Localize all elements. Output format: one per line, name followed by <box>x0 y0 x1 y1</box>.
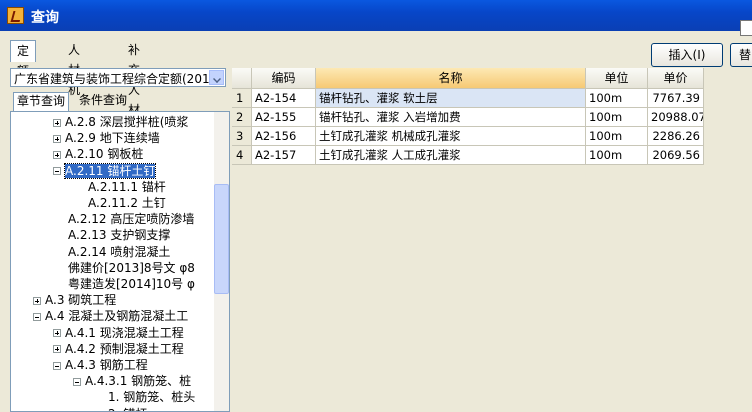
tree-node-label: A.2.11 锚杆土钉 <box>63 162 157 179</box>
expand-icon[interactable] <box>53 150 61 159</box>
collapse-icon[interactable] <box>73 377 81 386</box>
tab-condition-query[interactable]: 条件查询 <box>76 92 130 110</box>
tree-node[interactable]: A.4.3 钢筋工程 <box>53 357 148 373</box>
quota-table: 编码 名称 单位 单价 1 A2-154 锚杆钻孔、灌浆 软土层 100m 7767.39 2 A2… <box>232 68 704 165</box>
chapter-tree[interactable]: A.2.8 深层搅拌桩(喷浆 A.2.9 地下连续墙 A.2.10 钢板桩 A.2.1… <box>10 111 230 412</box>
window-control-button[interactable] <box>740 20 752 36</box>
expand-icon[interactable] <box>53 329 61 338</box>
column-header[interactable]: 编码 <box>252 68 316 89</box>
collapse-icon[interactable] <box>53 361 61 370</box>
tree-node-label: 佛建价[2013]8号文 φ8 <box>68 260 195 275</box>
tab-chapter-query[interactable]: 章节查询 <box>13 92 70 112</box>
quota-library-value: 广东省建筑与装饰工程综合定额(201 <box>14 72 210 86</box>
tree-node[interactable]: 2. 锚杆 <box>108 406 147 411</box>
tree-node[interactable]: A.4 混凝土及钢筋混凝土工 <box>33 308 188 324</box>
table-cell[interactable]: 锚杆钻孔、灌浆 软土层 <box>316 89 586 108</box>
collapse-icon[interactable] <box>53 167 61 176</box>
tree-node[interactable]: 佛建价[2013]8号文 φ8 <box>68 260 195 276</box>
row-number[interactable]: 2 <box>232 108 252 127</box>
tree-scrollbar[interactable] <box>214 112 229 411</box>
expand-icon[interactable] <box>53 345 61 354</box>
tree-node-label: A.2.9 地下连续墙 <box>65 131 160 146</box>
table-cell[interactable]: 土钉成孔灌浆 机械成孔灌浆 <box>316 127 586 146</box>
tree-node-label: A.4.1 现浇混凝土工程 <box>65 325 184 340</box>
tab-quota[interactable]: 定额 <box>10 40 37 78</box>
tree-node-label: A.2.11.1 锚杆 <box>88 179 166 194</box>
table-cell[interactable]: 20988.07 <box>648 108 704 127</box>
table-cell[interactable]: 2069.56 <box>648 146 704 165</box>
window-title: 查询 <box>31 10 59 26</box>
row-number[interactable]: 3 <box>232 127 252 146</box>
tree-node[interactable]: A.2.10 钢板桩 <box>53 146 143 162</box>
table-cell[interactable]: A2-157 <box>252 146 316 165</box>
tree-node[interactable]: A.3 砌筑工程 <box>33 292 116 308</box>
column-header[interactable]: 单位 <box>586 68 648 89</box>
table-cell[interactable]: A2-156 <box>252 127 316 146</box>
expand-icon[interactable] <box>53 134 61 143</box>
table-cell[interactable]: A2-155 <box>252 108 316 127</box>
tree-node[interactable]: A.2.11 锚杆土钉 <box>53 162 157 179</box>
tree-node-label: A.2.8 深层搅拌桩(喷浆 <box>65 115 189 129</box>
insert-button[interactable]: 插入(I) <box>651 43 723 67</box>
quota-library-select[interactable]: 广东省建筑与装饰工程综合定额(201 <box>10 68 226 87</box>
table-cell[interactable]: 土钉成孔灌浆 人工成孔灌浆 <box>316 146 586 165</box>
table-cell[interactable]: A2-154 <box>252 89 316 108</box>
tab-supplement-material[interactable]: 补充人材机 <box>122 40 146 137</box>
tab-labor-material-machine[interactable]: 人材机 <box>62 40 86 97</box>
table-cell[interactable]: 100m <box>586 127 648 146</box>
expand-icon[interactable] <box>53 118 61 127</box>
tree-node-label: A.3 砌筑工程 <box>45 293 117 308</box>
tree-node-label: A.2.11.2 土钉 <box>88 196 166 210</box>
tree-node[interactable]: A.2.12 高压定喷防渗墙 <box>68 211 194 227</box>
column-header[interactable] <box>232 68 252 89</box>
column-header[interactable]: 名称 <box>316 68 586 89</box>
tree-node-label: 粤建造发[2014]10号 φ <box>68 277 195 291</box>
table-cell[interactable]: 100m <box>586 89 648 108</box>
title-bar: 查询 <box>0 0 752 36</box>
table-cell[interactable]: 锚杆钻孔、灌浆 入岩增加费 <box>316 108 586 127</box>
chevron-down-icon[interactable] <box>209 70 224 85</box>
tree-node[interactable]: 1. 钢筋笼、桩头 <box>108 389 195 405</box>
tree-node-label: A.4.3 钢筋工程 <box>65 358 148 372</box>
tree-node-label: A.4 混凝土及钢筋混凝土工 <box>45 309 189 324</box>
tree-node-label: 2. 锚杆 <box>108 407 147 411</box>
tree-node[interactable]: A.2.14 喷射混凝土 <box>68 244 170 260</box>
tree-node[interactable]: A.4.2 预制混凝土工程 <box>53 341 184 357</box>
tree-node[interactable]: A.2.8 深层搅拌桩(喷浆 <box>53 114 188 130</box>
table-cell[interactable]: 7767.39 <box>648 89 704 108</box>
tree-node-label: A.2.12 高压定喷防渗墙 <box>68 212 195 227</box>
tree-node[interactable]: A.4.1 现浇混凝土工程 <box>53 325 184 341</box>
tree-node[interactable]: A.2.13 支护钢支撑 <box>68 227 170 243</box>
table-cell[interactable]: 2286.26 <box>648 127 704 146</box>
expand-icon[interactable] <box>33 296 41 305</box>
row-number[interactable]: 4 <box>232 146 252 165</box>
app-icon <box>7 7 24 24</box>
tree-node[interactable]: A.2.11.2 土钉 <box>88 195 166 211</box>
tree-node[interactable]: A.4.3.1 钢筋笼、桩 <box>73 373 191 389</box>
tree-node[interactable]: 粤建造发[2014]10号 φ <box>68 276 195 292</box>
replace-button[interactable]: 替 <box>730 43 752 67</box>
collapse-icon[interactable] <box>33 312 41 321</box>
row-number[interactable]: 1 <box>232 89 252 108</box>
tree-node-label: A.4.2 预制混凝土工程 <box>65 341 184 356</box>
tree-node-label: 1. 钢筋笼、桩头 <box>108 390 196 405</box>
tree-node-label: A.2.14 喷射混凝土 <box>68 244 171 259</box>
tree-node[interactable]: A.2.9 地下连续墙 <box>53 130 160 146</box>
tree-node[interactable]: A.2.11.1 锚杆 <box>88 179 166 195</box>
table-cell[interactable]: 100m <box>586 146 648 165</box>
scrollbar-thumb[interactable] <box>214 184 229 294</box>
column-header[interactable]: 单价 <box>648 68 704 89</box>
tree-node-label: A.2.10 钢板桩 <box>65 147 144 162</box>
tree-node-label: A.2.13 支护钢支撑 <box>68 228 171 243</box>
table-cell[interactable]: 100m <box>586 108 648 127</box>
tree-node-label: A.4.3.1 钢筋笼、桩 <box>85 374 192 389</box>
